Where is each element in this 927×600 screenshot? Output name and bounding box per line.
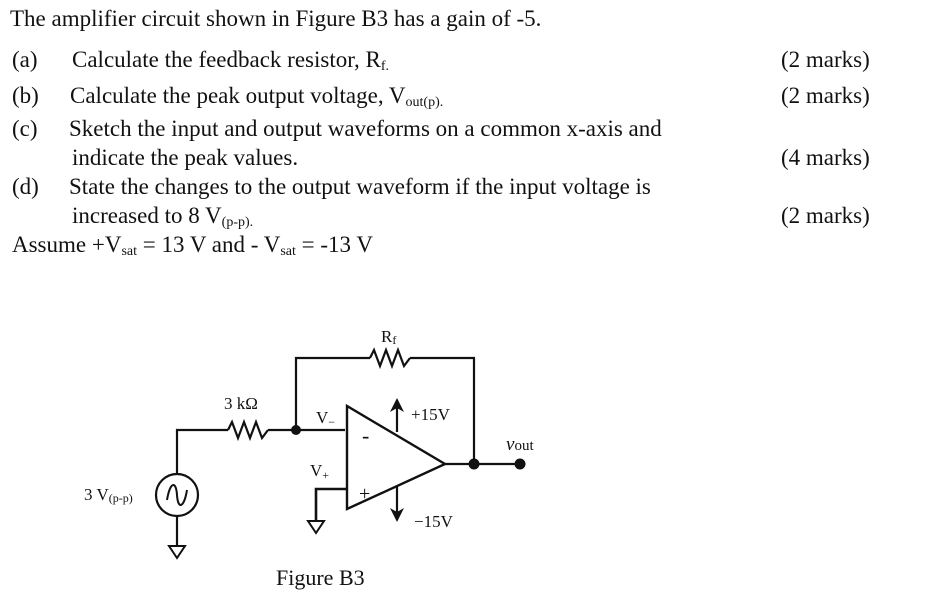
- input-resistor: [227, 418, 269, 442]
- output-terminal: [514, 458, 526, 470]
- vplus-sub: +: [322, 468, 329, 482]
- vplus-main: V: [310, 461, 323, 480]
- vminus-main: V: [316, 408, 329, 427]
- noninverting-sign: +: [359, 483, 370, 505]
- sine-icon: [166, 484, 188, 506]
- source-sub: (p-p): [109, 491, 133, 505]
- inverting-sign: -: [362, 423, 369, 448]
- circuit-diagram: - + Rf 3 kΩ V− V+ +15V −15V vout 3 V(p-p…: [84, 327, 534, 590]
- wire-source-top: [175, 428, 228, 474]
- rf-label-sub: f: [392, 333, 396, 347]
- figure-caption: Figure B3: [276, 565, 365, 590]
- ground-icon-source: [167, 545, 187, 560]
- ground-icon-noninverting: [306, 520, 326, 535]
- vminus-sub: −: [328, 415, 335, 429]
- rf-label: Rf: [381, 327, 396, 347]
- rin-label: 3 kΩ: [224, 394, 258, 413]
- vout-label: vout: [506, 434, 534, 455]
- vout-sub: out: [514, 438, 534, 454]
- neg-supply-label: −15V: [414, 512, 454, 531]
- junction-inverting: [291, 425, 301, 435]
- vplus-label: V+: [310, 461, 329, 482]
- wire-noninverting: [314, 487, 347, 521]
- source-main: 3 V: [84, 485, 109, 504]
- rf-label-main: R: [381, 327, 393, 346]
- vminus-label: V−: [316, 408, 335, 429]
- pos-supply-label: +15V: [411, 405, 451, 424]
- junction-output: [468, 458, 480, 470]
- feedback-resistor: [369, 346, 411, 370]
- source-label: 3 V(p-p): [84, 485, 133, 505]
